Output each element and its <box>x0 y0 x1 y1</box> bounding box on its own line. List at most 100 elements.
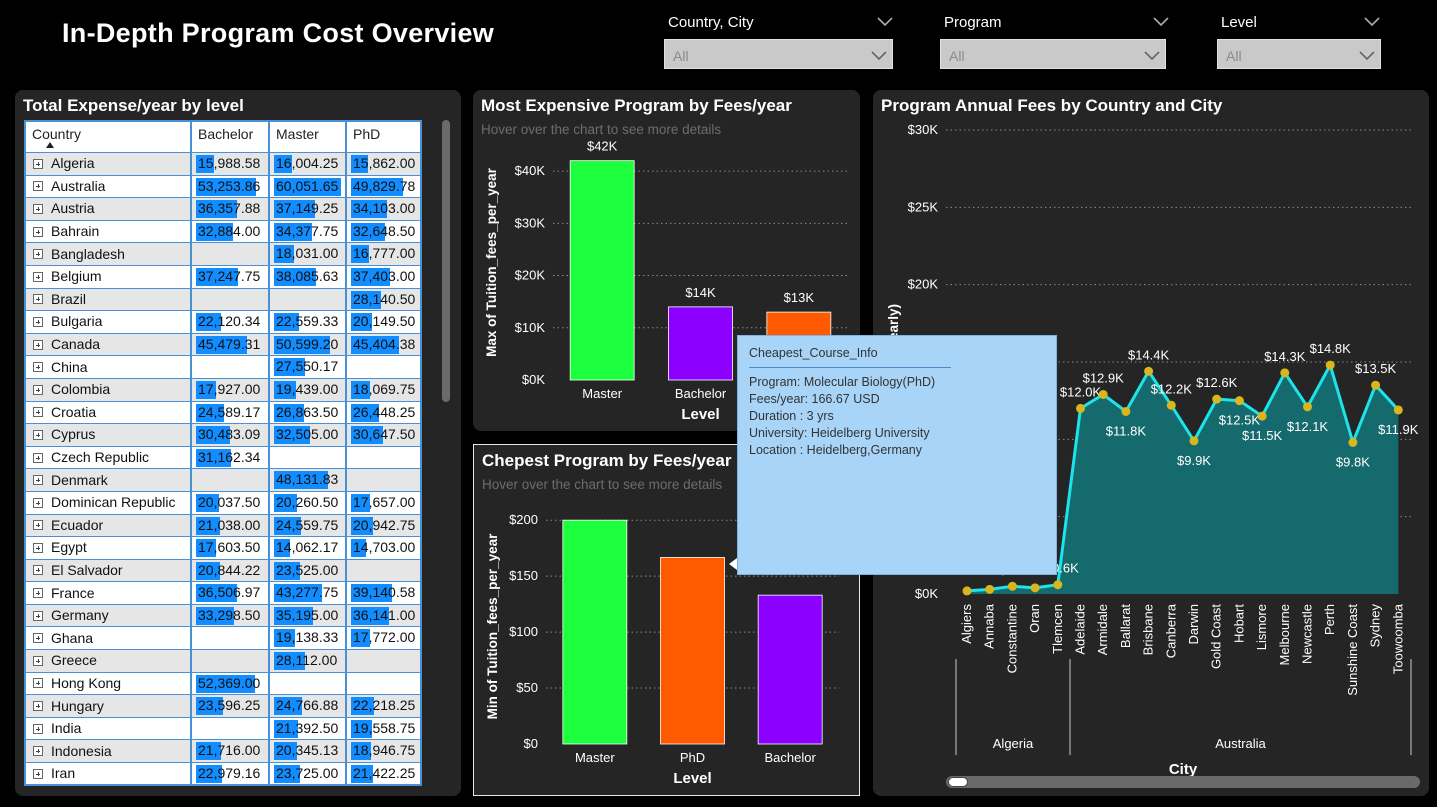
table-row[interactable]: Belgium 37,247.75 38,085.63 37,403.00 <box>26 265 420 289</box>
table-row[interactable]: Ghana 19,138.33 17,772.00 <box>26 627 420 651</box>
table-row[interactable]: Egypt 17,603.50 14,062.17 14,703.00 <box>26 537 420 560</box>
x-tick-label: Lismore <box>1254 604 1269 650</box>
data-label: $11.9K <box>1378 422 1419 437</box>
table-row[interactable]: Dominican Republic 20,037.50 20,260.50 17,6… <box>26 491 420 515</box>
expand-icon[interactable] <box>33 407 43 418</box>
expand-icon[interactable] <box>33 226 43 237</box>
table-row[interactable]: Bangladesh 18,031.00 16,777.00 <box>26 243 420 266</box>
scrollbar-thumb[interactable] <box>442 120 450 402</box>
column-header-phd[interactable]: PhD <box>347 122 420 152</box>
expand-icon[interactable] <box>33 271 43 282</box>
expand-icon[interactable] <box>33 294 43 305</box>
scrollbar-thumb[interactable] <box>948 777 968 787</box>
expand-icon[interactable] <box>33 610 43 621</box>
expand-icon[interactable] <box>33 746 43 757</box>
country-cell: Bangladesh <box>26 243 192 265</box>
country-name: Belgium <box>51 268 102 285</box>
expand-icon[interactable] <box>33 452 43 463</box>
expand-icon[interactable] <box>33 203 43 214</box>
chevron-down-icon[interactable] <box>876 12 894 30</box>
y-tick-label: $30K <box>515 215 546 230</box>
master-cell <box>270 288 347 311</box>
slicer-dropdown[interactable]: All <box>1217 39 1381 69</box>
table-row[interactable]: Hong Kong 52,369.00 <box>26 672 420 696</box>
phd-cell <box>347 356 420 378</box>
table-row[interactable]: China 27,550.17 <box>26 356 420 379</box>
cell-value: 19,558.75 <box>353 719 416 736</box>
slicer-country-city[interactable]: Country, City All <box>664 10 894 70</box>
table-row[interactable]: Czech Republic 31,162.34 <box>26 446 420 470</box>
chevron-down-icon[interactable] <box>1363 12 1381 30</box>
slicer-level[interactable]: Level All <box>1217 10 1381 70</box>
table-row[interactable]: Iran 22,979.16 23,725.00 21,422.25 <box>26 763 420 784</box>
expand-icon[interactable] <box>33 475 43 486</box>
table-row[interactable]: India 21,392.50 19,558.75 <box>26 717 420 741</box>
phd-cell: 26,448.25 <box>347 402 420 424</box>
phd-cell: 18,069.75 <box>347 379 420 401</box>
matrix-scrollbar[interactable] <box>441 120 451 786</box>
cell-value: 37,149.25 <box>276 200 339 217</box>
bachelor-cell <box>192 469 270 491</box>
table-row[interactable]: Australia 53,253.86 60,051.65 49,829.78 <box>26 175 420 199</box>
table-row[interactable]: Algeria 15,988.58 16,004.25 15,862.00 <box>26 153 420 176</box>
data-point <box>1053 580 1063 590</box>
chart-horizontal-scrollbar[interactable] <box>946 776 1420 788</box>
slicer-dropdown[interactable]: All <box>664 39 893 69</box>
expand-icon[interactable] <box>33 384 43 395</box>
expand-icon[interactable] <box>33 565 43 576</box>
expand-icon[interactable] <box>33 520 43 531</box>
expand-icon[interactable] <box>33 723 43 734</box>
bachelor-cell <box>192 627 270 650</box>
expand-icon[interactable] <box>33 701 43 712</box>
expand-icon[interactable] <box>33 588 43 599</box>
table-row[interactable]: Austria 36,357.88 37,149.25 34,103.00 <box>26 198 420 221</box>
table-row[interactable]: Croatia 24,589.17 26,863.50 26,448.25 <box>26 401 420 425</box>
country-name: Ecuador <box>51 516 104 533</box>
expand-icon[interactable] <box>33 633 43 644</box>
expand-icon[interactable] <box>33 316 43 327</box>
master-cell: 50,599.20 <box>270 333 347 356</box>
table-row[interactable]: El Salvador 20,844.22 23,525.00 <box>26 559 420 583</box>
table-row[interactable]: Denmark 48,131.83 <box>26 469 420 492</box>
table-row[interactable]: Bahrain 32,884.00 34,377.75 32,648.50 <box>26 220 420 244</box>
expand-icon[interactable] <box>33 497 43 508</box>
chevron-down-icon[interactable] <box>1152 12 1170 30</box>
slicer-dropdown[interactable]: All <box>940 39 1166 69</box>
table-row[interactable]: Indonesia 21,716.00 20,345.13 18,946.75 <box>26 740 420 764</box>
table-row[interactable]: Colombia 17,927.00 19,439.00 18,069.75 <box>26 378 420 402</box>
cell-value: 39,140.58 <box>353 584 416 601</box>
y-tick-label: $20K <box>515 268 546 283</box>
expand-icon[interactable] <box>33 542 43 553</box>
table-row[interactable]: Ecuador 21,038.00 24,559.75 20,942.75 <box>26 514 420 538</box>
x-tick-label: Constantine <box>1004 604 1019 673</box>
data-label: $12.0K <box>1060 384 1102 399</box>
expand-icon[interactable] <box>33 249 43 260</box>
table-row[interactable]: Bulgaria 22,120.34 22,559.33 20,149.50 <box>26 311 420 334</box>
expense-matrix[interactable]: Country Bachelor Master PhD Algeria 15,98… <box>24 120 422 786</box>
country-cell: Colombia <box>26 378 192 401</box>
expand-icon[interactable] <box>33 768 43 779</box>
table-row[interactable]: Cyprus 30,483.09 32,505.00 30,647.50 <box>26 424 420 447</box>
cell-value: 16,004.25 <box>276 155 339 171</box>
expand-icon[interactable] <box>33 655 43 666</box>
table-row[interactable]: France 36,506.97 43,277.75 39,140.58 <box>26 582 420 605</box>
country-name: Cyprus <box>51 426 96 443</box>
expand-icon[interactable] <box>33 678 43 689</box>
tooltip-location: Location : Heidelberg,Germany <box>749 443 923 457</box>
table-row[interactable]: Canada 45,479.31 50,599.20 45,404.38 <box>26 333 420 357</box>
column-header-master[interactable]: Master <box>270 122 347 152</box>
table-row[interactable]: Germany 33,298.50 35,195.00 36,141.00 <box>26 604 420 628</box>
slicer-program[interactable]: Program All <box>940 10 1170 70</box>
expand-icon[interactable] <box>33 181 43 192</box>
expand-icon[interactable] <box>33 362 43 373</box>
bachelor-cell: 22,120.34 <box>192 311 270 333</box>
table-row[interactable]: Brazil 28,140.50 <box>26 288 420 312</box>
column-header-bachelor[interactable]: Bachelor <box>192 122 270 152</box>
expand-icon[interactable] <box>33 429 43 440</box>
table-row[interactable]: Hungary 23,596.25 24,766.88 22,218.25 <box>26 695 420 718</box>
table-row[interactable]: Greece 28,112.00 <box>26 650 420 673</box>
column-header-country[interactable]: Country <box>26 122 192 152</box>
expand-icon[interactable] <box>33 158 43 169</box>
sort-ascending-icon[interactable] <box>46 142 54 148</box>
expand-icon[interactable] <box>33 339 43 350</box>
